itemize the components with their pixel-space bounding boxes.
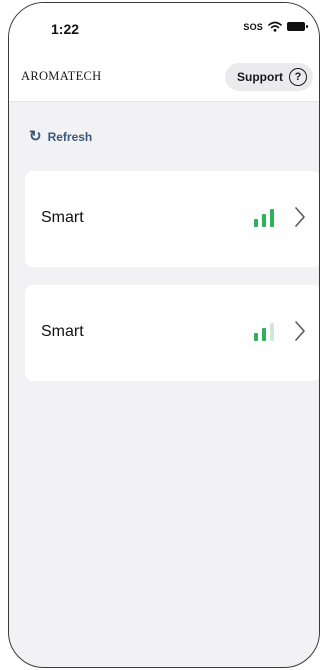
status-bar: 1:22 SOS bbox=[9, 3, 319, 51]
device-name: Smart bbox=[41, 209, 84, 226]
support-button[interactable]: Support ? bbox=[225, 63, 313, 91]
status-icons: SOS bbox=[243, 21, 308, 32]
battery-icon bbox=[287, 22, 308, 31]
device-card[interactable]: Smart bbox=[25, 171, 319, 267]
sos-indicator: SOS bbox=[243, 21, 263, 32]
status-time: 1:22 bbox=[51, 21, 80, 37]
wifi-icon bbox=[268, 21, 282, 32]
signal-strength-icon bbox=[254, 209, 274, 227]
help-icon: ? bbox=[289, 68, 307, 86]
chevron-right-icon bbox=[295, 321, 305, 341]
support-label: Support bbox=[237, 70, 283, 84]
chevron-right-icon bbox=[295, 207, 305, 227]
device-name: Smart bbox=[41, 323, 84, 340]
app-header: AROMATECH Support ? bbox=[9, 51, 319, 102]
brand-logo: AROMATECH bbox=[21, 69, 102, 83]
refresh-label: Refresh bbox=[47, 129, 93, 144]
refresh-button[interactable]: ↻ Refresh bbox=[29, 129, 92, 144]
signal-strength-icon bbox=[254, 323, 274, 341]
refresh-icon: ↻ bbox=[29, 128, 42, 145]
device-card[interactable]: Smart bbox=[25, 285, 319, 381]
phone-frame: 1:22 SOS AROMATECH Support ? ↻ Refresh S… bbox=[8, 2, 320, 668]
